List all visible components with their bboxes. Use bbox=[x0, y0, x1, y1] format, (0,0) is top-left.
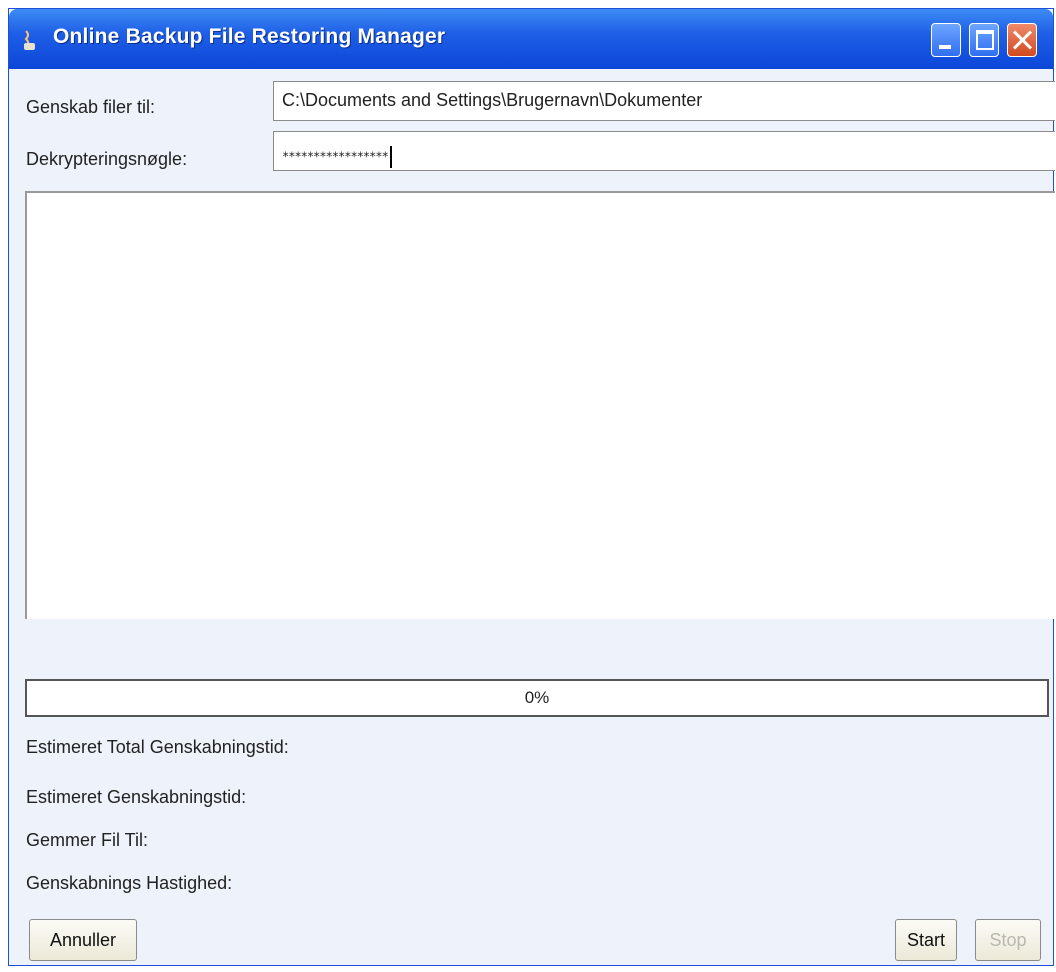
minimize-button[interactable] bbox=[931, 23, 961, 57]
estimated-total-time-label: Estimeret Total Genskabningstid: bbox=[26, 737, 289, 757]
progress-percent: 0% bbox=[524, 688, 550, 707]
java-cup-icon bbox=[24, 30, 35, 50]
progress-bar: 0% bbox=[25, 679, 1049, 717]
start-button[interactable]: Start bbox=[895, 919, 957, 961]
estimated-time-label: Estimeret Genskabningstid: bbox=[26, 787, 247, 807]
text-caret bbox=[389, 146, 392, 168]
restore-to-label: Genskab filer til: bbox=[26, 97, 156, 117]
restore-manager-window: Online Backup File Restoring Manager Gen… bbox=[8, 8, 1055, 966]
decryption-key-value: ***************** bbox=[282, 149, 389, 164]
close-button[interactable] bbox=[1007, 23, 1037, 57]
window-title: Online Backup File Restoring Manager bbox=[53, 25, 446, 48]
stop-button[interactable]: Stop bbox=[975, 919, 1041, 961]
decryption-key-label: Dekrypteringsnøgle: bbox=[26, 149, 188, 169]
restore-to-field[interactable]: C:\Documents and Settings\Brugernavn\Dok… bbox=[273, 81, 1055, 121]
cancel-button[interactable]: Annuller bbox=[29, 919, 137, 961]
restore-log-area[interactable] bbox=[25, 191, 1055, 619]
decryption-key-field[interactable]: ***************** bbox=[273, 131, 1055, 171]
title-bar[interactable]: Online Backup File Restoring Manager bbox=[9, 9, 1053, 69]
restore-speed-label: Genskabnings Hastighed: bbox=[26, 873, 233, 893]
saving-file-to-label: Gemmer Fil Til: bbox=[26, 830, 149, 850]
maximize-button[interactable] bbox=[969, 23, 999, 57]
